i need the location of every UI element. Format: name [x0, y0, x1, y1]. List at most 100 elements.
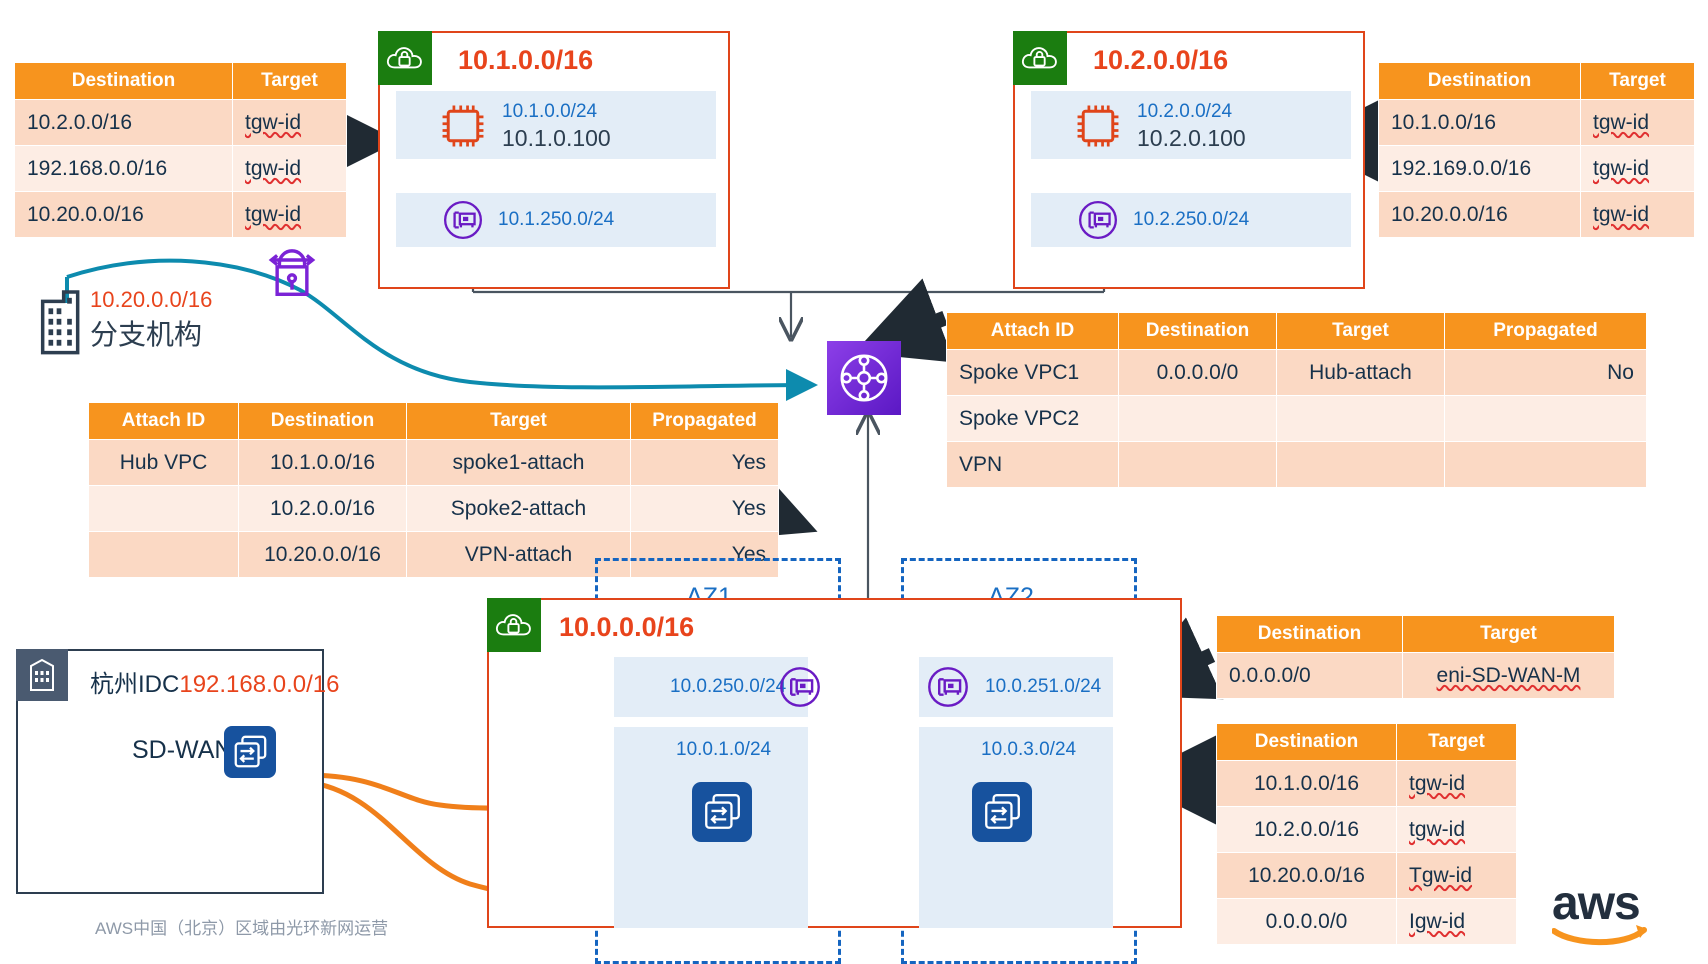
- sd-wan-label: SD-WAN: [132, 736, 233, 764]
- column-header-destination: Destination: [1216, 723, 1397, 761]
- column-header-attach-id: Attach ID: [88, 402, 239, 440]
- cell-destination: 192.169.0.0/16: [1378, 145, 1581, 192]
- column-header-target: Target: [1580, 62, 1695, 100]
- vpc-cloud-lock-glyph: [386, 47, 422, 69]
- column-header-target: Target: [1402, 615, 1615, 653]
- aws-logo: aws: [1551, 880, 1652, 951]
- table-row: 0.0.0.0/0 eni-SD-WAN-M: [1216, 652, 1615, 699]
- cell-attach-id: [88, 531, 239, 578]
- cell-destination: 10.1.0.0/16: [1378, 99, 1581, 146]
- az1-app-subnet-cidr: 10.0.1.0/24: [676, 739, 772, 760]
- cell-target: [1276, 395, 1445, 442]
- table-row: Spoke VPC1 0.0.0.0/0 Hub-attach No: [946, 349, 1647, 396]
- column-header-target: Target: [406, 402, 631, 440]
- cell-target: tgw-id: [232, 145, 347, 192]
- cell-target: Hub-attach: [1276, 349, 1445, 396]
- cell-target: Tgw-id: [1396, 852, 1517, 899]
- az1-tgw-subnet-cidr: 10.0.250.0/24: [670, 676, 787, 697]
- table-header-row: Destination Target: [1378, 62, 1695, 100]
- table-row: 192.168.0.0/16 tgw-id: [14, 145, 347, 192]
- idc-title-text: 杭州IDC: [90, 671, 180, 698]
- idc-title: 杭州IDC192.168.0.0/16: [90, 664, 340, 699]
- cell-target: tgw-id: [1580, 99, 1695, 146]
- network-interface-icon: [780, 667, 820, 707]
- region-footnote: AWS中国（北京）区域由光环新网运营: [95, 919, 389, 938]
- branch-cidr: 10.20.0.0/16: [90, 287, 213, 312]
- network-interface-icon: [443, 200, 483, 240]
- cell-propagated: [1444, 395, 1647, 442]
- table-row: 10.20.0.0/16 Tgw-id: [1216, 852, 1517, 899]
- column-header-destination: Destination: [14, 62, 233, 100]
- spoke-vpc2-cidr: 10.2.0.0/16: [1093, 45, 1229, 75]
- cell-destination: 10.1.0.0/16: [238, 439, 407, 486]
- cell-destination: [1118, 441, 1277, 488]
- column-header-destination: Destination: [238, 402, 407, 440]
- transit-gateway-icon: [827, 341, 901, 415]
- spoke-vpc2-tgw-subnet-cidr: 10.2.250.0/24: [1133, 209, 1250, 230]
- cell-target: [1276, 441, 1445, 488]
- sd-wan-appliance-glyph: [705, 794, 740, 829]
- cell-destination: 10.20.0.0/16: [238, 531, 407, 578]
- hub-vpc-cidr: 10.0.0.0/16: [559, 612, 695, 642]
- spoke-vpc2-app-subnet-cidr: 10.2.0.0/24: [1137, 101, 1233, 122]
- vpc-cloud-lock-icon: [1013, 31, 1067, 85]
- spoke-vpc1-app-subnet-cidr: 10.1.0.0/24: [502, 101, 598, 122]
- table-row: 10.2.0.0/16 Spoke2-attach Yes: [88, 485, 779, 532]
- cell-propagated: No: [1444, 349, 1647, 396]
- ec2-instance-icon: [442, 105, 484, 147]
- vpc-cloud-lock-icon: [487, 598, 541, 652]
- cell-destination: 0.0.0.0/0: [1118, 349, 1277, 396]
- table-row: 10.1.0.0/16 tgw-id: [1216, 760, 1517, 807]
- cell-propagated: Yes: [630, 485, 779, 532]
- transit-gateway-glyph: [840, 354, 888, 402]
- cell-propagated: Yes: [630, 439, 779, 486]
- datacenter-building-glyph: [30, 658, 54, 691]
- table-header-row: Attach ID Destination Target Propagated: [88, 402, 779, 440]
- column-header-target: Target: [232, 62, 347, 100]
- table-header-row: Destination Target: [14, 62, 347, 100]
- datacenter-building-icon: [16, 649, 68, 701]
- aws-smile-icon: [1551, 925, 1647, 946]
- cell-destination: 10.2.0.0/16: [238, 485, 407, 532]
- table-row: Hub VPC 10.1.0.0/16 spoke1-attach Yes: [88, 439, 779, 486]
- branch-name: 分支机构: [90, 319, 203, 350]
- spoke1-route-table: Destination Target 10.2.0.0/16 tgw-id 19…: [14, 62, 347, 238]
- spoke-vpc1-cidr: 10.1.0.0/16: [458, 45, 594, 75]
- sd-wan-appliance-icon: [224, 726, 276, 778]
- column-header-propagated: Propagated: [1444, 312, 1647, 350]
- vpc-cloud-lock-glyph: [1021, 47, 1057, 69]
- sd-wan-appliance-icon: [692, 782, 752, 842]
- spoke-vpc2-instance-ip: 10.2.0.100: [1137, 125, 1246, 151]
- cell-destination: 10.1.0.0/16: [1216, 760, 1397, 807]
- cell-target: eni-SD-WAN-M: [1402, 652, 1615, 699]
- idc-container: 杭州IDC192.168.0.0/16 SD-WAN: [16, 649, 340, 894]
- cell-target: tgw-id: [1580, 145, 1695, 192]
- table-header-row: Destination Target: [1216, 723, 1517, 761]
- vpc-cloud-lock-glyph: [495, 614, 531, 636]
- table-header-row: Attach ID Destination Target Propagated: [946, 312, 1647, 350]
- vpn-connection-lock-icon: [268, 249, 316, 296]
- column-header-propagated: Propagated: [630, 402, 779, 440]
- cell-destination: 0.0.0.0/0: [1216, 652, 1403, 699]
- sd-wan-appliance-icon: [972, 782, 1032, 842]
- table-row: 10.1.0.0/16 tgw-id: [1378, 99, 1695, 146]
- column-header-destination: Destination: [1378, 62, 1581, 100]
- cell-destination: 10.20.0.0/16: [1378, 191, 1581, 238]
- cell-destination: 0.0.0.0/0: [1216, 898, 1397, 945]
- cell-target: tgw-id: [232, 99, 347, 146]
- az2-app-subnet-cidr: 10.0.3.0/24: [981, 739, 1077, 760]
- az2-tgw-subnet-cidr: 10.0.251.0/24: [985, 676, 1102, 697]
- cell-destination: 10.2.0.0/16: [1216, 806, 1397, 853]
- table-row: 10.20.0.0/16 tgw-id: [1378, 191, 1695, 238]
- ec2-instance-icon: [1077, 105, 1119, 147]
- cell-target: Igw-id: [1396, 898, 1517, 945]
- cell-propagated: [1444, 441, 1647, 488]
- sd-wan-appliance-glyph: [234, 735, 267, 768]
- sd-wan-appliance-glyph: [985, 794, 1020, 829]
- column-header-destination: Destination: [1216, 615, 1403, 653]
- table-row: 0.0.0.0/0 Igw-id: [1216, 898, 1517, 945]
- cell-target: Spoke2-attach: [406, 485, 631, 532]
- cell-destination: 10.20.0.0/16: [1216, 852, 1397, 899]
- cell-attach-id: VPN: [946, 441, 1119, 488]
- network-interface-icon: [1078, 200, 1118, 240]
